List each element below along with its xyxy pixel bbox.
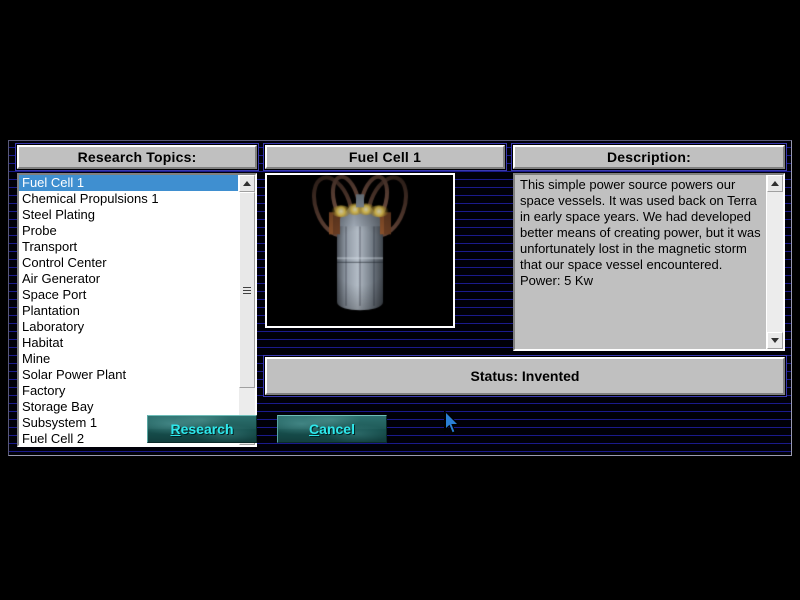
description-text: This simple power source powers our spac…	[515, 175, 766, 349]
topic-list-item[interactable]: Plantation	[19, 303, 238, 319]
arrow-up-icon	[243, 181, 251, 186]
game-screen: Research Topics: Fuel Cell 1 Description…	[0, 0, 800, 600]
description-header: Description:	[513, 145, 785, 169]
status-text: Status: Invented	[470, 368, 580, 384]
research-button[interactable]: Research	[147, 415, 257, 443]
topic-list-item[interactable]: Factory	[19, 383, 238, 399]
topic-list-item[interactable]: Storage Bay	[19, 399, 238, 415]
topics-scroll-thumb[interactable]	[239, 192, 255, 388]
research-topics-header-label: Research Topics:	[77, 149, 197, 165]
cancel-label-rest: ancel	[319, 421, 355, 437]
scroll-grip-icon	[243, 286, 251, 294]
description-header-label: Description:	[606, 149, 692, 165]
description-scroll-up-button[interactable]	[767, 175, 783, 192]
arrow-up-icon	[771, 181, 779, 186]
cancel-button[interactable]: Cancel	[277, 415, 387, 443]
topics-scrollbar[interactable]	[238, 175, 255, 445]
item-title-header: Fuel Cell 1	[265, 145, 505, 169]
topic-list-item[interactable]: Laboratory	[19, 319, 238, 335]
description-scrollbar[interactable]	[766, 175, 783, 349]
cancel-accel-key: C	[309, 421, 320, 437]
topic-list-item[interactable]: Space Port	[19, 287, 238, 303]
status-bar: Status: Invented	[265, 357, 785, 395]
topic-list-item[interactable]: Control Center	[19, 255, 238, 271]
topic-list-item[interactable]: Chemical Propulsions 1	[19, 191, 238, 207]
topic-list-item[interactable]: Probe	[19, 223, 238, 239]
description-panel: This simple power source powers our spac…	[513, 173, 785, 351]
topic-list-item[interactable]: Fuel Cell 1	[19, 175, 238, 191]
topic-list-item[interactable]: Air Generator	[19, 271, 238, 287]
fuel-cell-render-image	[267, 175, 453, 326]
topic-list-item[interactable]: Habitat	[19, 335, 238, 351]
research-topics-header: Research Topics:	[17, 145, 257, 169]
research-button-label: Research	[170, 421, 233, 437]
item-title-label: Fuel Cell 1	[348, 149, 422, 165]
cancel-button-label: Cancel	[309, 421, 355, 437]
topic-list-item[interactable]: Solar Power Plant	[19, 367, 238, 383]
research-topics-list[interactable]: Fuel Cell 1 Chemical Propulsions 1 Steel P…	[19, 175, 238, 445]
topics-scroll-up-button[interactable]	[239, 175, 255, 192]
topics-scroll-track[interactable]	[239, 192, 255, 428]
arrow-down-icon	[771, 338, 779, 343]
topic-list-item[interactable]: Steel Plating	[19, 207, 238, 223]
research-accel-key: R	[170, 421, 181, 437]
research-topics-listbox[interactable]: Fuel Cell 1 Chemical Propulsions 1 Steel P…	[17, 173, 257, 447]
description-scroll-down-button[interactable]	[767, 332, 783, 349]
item-picture-panel	[265, 173, 455, 328]
topic-list-item[interactable]: Mine	[19, 351, 238, 367]
research-dialog: Research Topics: Fuel Cell 1 Description…	[8, 140, 792, 456]
research-label-rest: esearch	[180, 421, 234, 437]
topic-list-item[interactable]: Transport	[19, 239, 238, 255]
description-scroll-track[interactable]	[767, 192, 783, 332]
